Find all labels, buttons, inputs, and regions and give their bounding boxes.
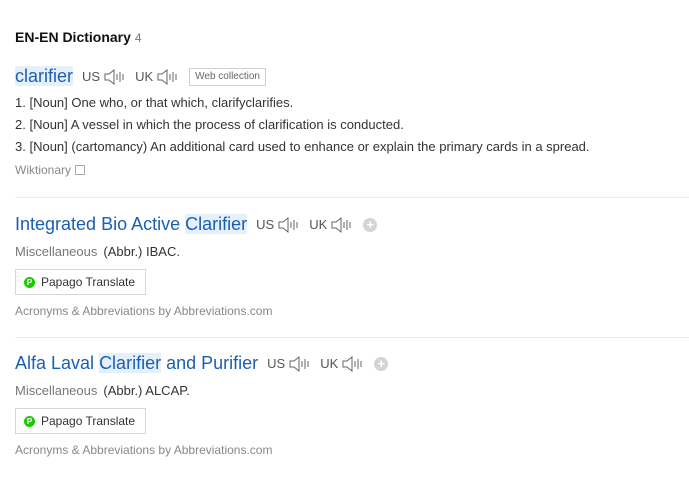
abbreviation-line: Miscellaneous (Abbr.) IBAC.: [15, 244, 689, 259]
speaker-icon[interactable]: [157, 68, 179, 85]
def-number: 2.: [15, 117, 26, 132]
source-text: Wiktionary: [15, 163, 72, 177]
category-label: Miscellaneous: [15, 383, 98, 398]
definition-item: 1. [Noun] One who, or that which, clarif…: [15, 92, 689, 114]
pronunciation-uk: UK: [320, 355, 364, 372]
pronunciation-uk: UK: [135, 68, 179, 85]
definition-text: One who, or that which, clarifyclarifies…: [71, 95, 294, 110]
definition-item: 2. [Noun] A vessel in which the process …: [15, 114, 689, 136]
def-number: 1.: [15, 95, 26, 110]
papago-icon: P: [24, 276, 35, 288]
headword-highlight: Clarifier: [185, 214, 248, 234]
headword-link[interactable]: clarifier: [15, 66, 74, 87]
speaker-icon[interactable]: [331, 216, 353, 233]
section-header: EN-EN Dictionary 4: [15, 29, 142, 45]
headword-text: Alfa Laval: [15, 353, 100, 373]
source-text: Acronyms & Abbreviations by Abbreviation…: [15, 443, 273, 457]
headword-text: clarifier: [15, 66, 74, 86]
us-label: US: [82, 69, 101, 84]
entry-alcap: Alfa Laval Clarifier and Purifier US UK …: [15, 353, 689, 457]
translate-label: Papago Translate: [41, 414, 136, 428]
add-to-wordbook-icon[interactable]: +: [363, 217, 378, 232]
headword-highlight: Clarifier: [99, 353, 162, 373]
headword-link[interactable]: Alfa Laval Clarifier and Purifier: [15, 353, 258, 374]
def-number: 3.: [15, 139, 26, 154]
pronunciation-us: US: [256, 216, 300, 233]
pronunciation-us: US: [267, 355, 311, 372]
speaker-icon[interactable]: [104, 68, 126, 85]
speaker-icon[interactable]: [342, 355, 364, 372]
part-of-speech: [Noun]: [29, 95, 68, 110]
us-label: US: [256, 217, 275, 232]
definition-text: (cartomancy) An additional card used to …: [71, 139, 590, 154]
speaker-icon[interactable]: [278, 216, 300, 233]
headword-text: Integrated Bio Active: [15, 214, 186, 234]
abbreviation-line: Miscellaneous (Abbr.) ALCAP.: [15, 383, 689, 398]
source-text: Acronyms & Abbreviations by Abbreviation…: [15, 304, 273, 318]
divider: [15, 197, 689, 198]
entry-clarifier: clarifier US UK Web collection 1. [Noun]…: [15, 66, 689, 177]
definition-item: 3. [Noun] (cartomancy) An additional car…: [15, 136, 689, 158]
divider: [15, 337, 689, 338]
papago-translate-button[interactable]: P Papago Translate: [15, 269, 147, 295]
uk-label: UK: [320, 356, 339, 371]
us-label: US: [267, 356, 286, 371]
source-link[interactable]: Acronyms & Abbreviations by Abbreviation…: [15, 443, 689, 457]
entry-header: Alfa Laval Clarifier and Purifier US UK …: [15, 353, 689, 374]
source-link[interactable]: Wiktionary: [15, 163, 689, 177]
source-link[interactable]: Acronyms & Abbreviations by Abbreviation…: [15, 304, 689, 318]
part-of-speech: [Noun]: [29, 139, 68, 154]
category-label: Miscellaneous: [15, 244, 98, 259]
section-title: EN-EN Dictionary: [15, 29, 131, 45]
part-of-speech: [Noun]: [29, 117, 68, 132]
entry-header: Integrated Bio Active Clarifier US UK +: [15, 214, 689, 235]
pronunciation-uk: UK: [309, 216, 353, 233]
papago-translate-button[interactable]: P Papago Translate: [15, 408, 147, 434]
uk-label: UK: [309, 217, 328, 232]
result-count: 4: [134, 31, 142, 45]
pronunciation-us: US: [82, 68, 126, 85]
abbreviation-text: (Abbr.) ALCAP.: [103, 383, 190, 398]
external-link-icon: [75, 165, 86, 175]
headword-text: and Purifier: [161, 353, 259, 373]
web-collection-badge: Web collection: [189, 67, 266, 86]
uk-label: UK: [135, 69, 154, 84]
definition-list: 1. [Noun] One who, or that which, clarif…: [15, 92, 689, 158]
speaker-icon[interactable]: [289, 355, 311, 372]
papago-icon: P: [24, 415, 35, 427]
entry-header: clarifier US UK Web collection: [15, 66, 689, 87]
definition-text: A vessel in which the process of clarifi…: [70, 117, 404, 132]
add-to-wordbook-icon[interactable]: +: [374, 356, 389, 371]
entry-ibac: Integrated Bio Active Clarifier US UK + …: [15, 214, 689, 318]
abbreviation-text: (Abbr.) IBAC.: [103, 244, 180, 259]
headword-link[interactable]: Integrated Bio Active Clarifier: [15, 214, 248, 235]
translate-label: Papago Translate: [41, 275, 136, 289]
